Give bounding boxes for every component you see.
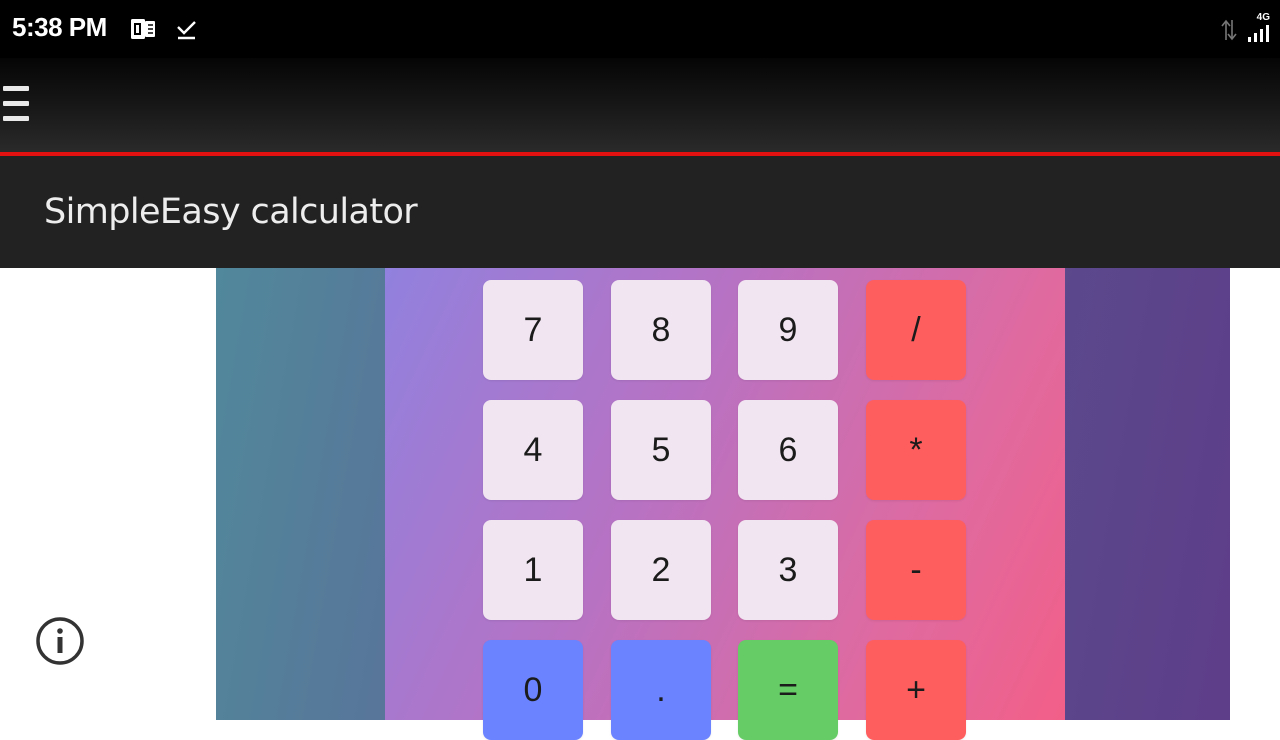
calculator-keypad-panel: 7 8 9 / 4 5 6 * 1 2 3 - 0 . = + xyxy=(385,268,1065,740)
key-equals[interactable]: = xyxy=(738,640,838,740)
title-bar: SimpleEasy calculator xyxy=(0,156,1280,268)
key-2[interactable]: 2 xyxy=(611,520,711,620)
key-multiply[interactable]: * xyxy=(866,400,966,500)
key-4[interactable]: 4 xyxy=(483,400,583,500)
data-arrows-icon xyxy=(1221,19,1237,41)
key-add[interactable]: + xyxy=(866,640,966,740)
key-7[interactable]: 7 xyxy=(483,280,583,380)
main-content: 7 8 9 / 4 5 6 * 1 2 3 - 0 . = + xyxy=(0,268,1280,740)
signal-icon xyxy=(1248,25,1269,42)
key-5[interactable]: 5 xyxy=(611,400,711,500)
hamburger-menu-icon[interactable] xyxy=(0,86,32,122)
status-time: 5:38 PM xyxy=(12,12,107,42)
info-icon[interactable] xyxy=(35,616,85,666)
status-right-group: 4G xyxy=(1220,10,1280,46)
key-decimal[interactable]: . xyxy=(611,640,711,740)
key-9[interactable]: 9 xyxy=(738,280,838,380)
download-check-icon xyxy=(177,21,196,40)
status-bar: 5:38 PM 4G xyxy=(0,0,1280,58)
app-title: SimpleEasy calculator xyxy=(44,192,418,232)
key-0[interactable]: 0 xyxy=(483,640,583,740)
key-divide[interactable]: / xyxy=(866,280,966,380)
network-type-label: 4G xyxy=(1256,12,1270,23)
app-notification-icon xyxy=(131,19,155,39)
key-8[interactable]: 8 xyxy=(611,280,711,380)
key-1[interactable]: 1 xyxy=(483,520,583,620)
key-3[interactable]: 3 xyxy=(738,520,838,620)
key-subtract[interactable]: - xyxy=(866,520,966,620)
top-toolbar xyxy=(0,58,1280,152)
key-6[interactable]: 6 xyxy=(738,400,838,500)
